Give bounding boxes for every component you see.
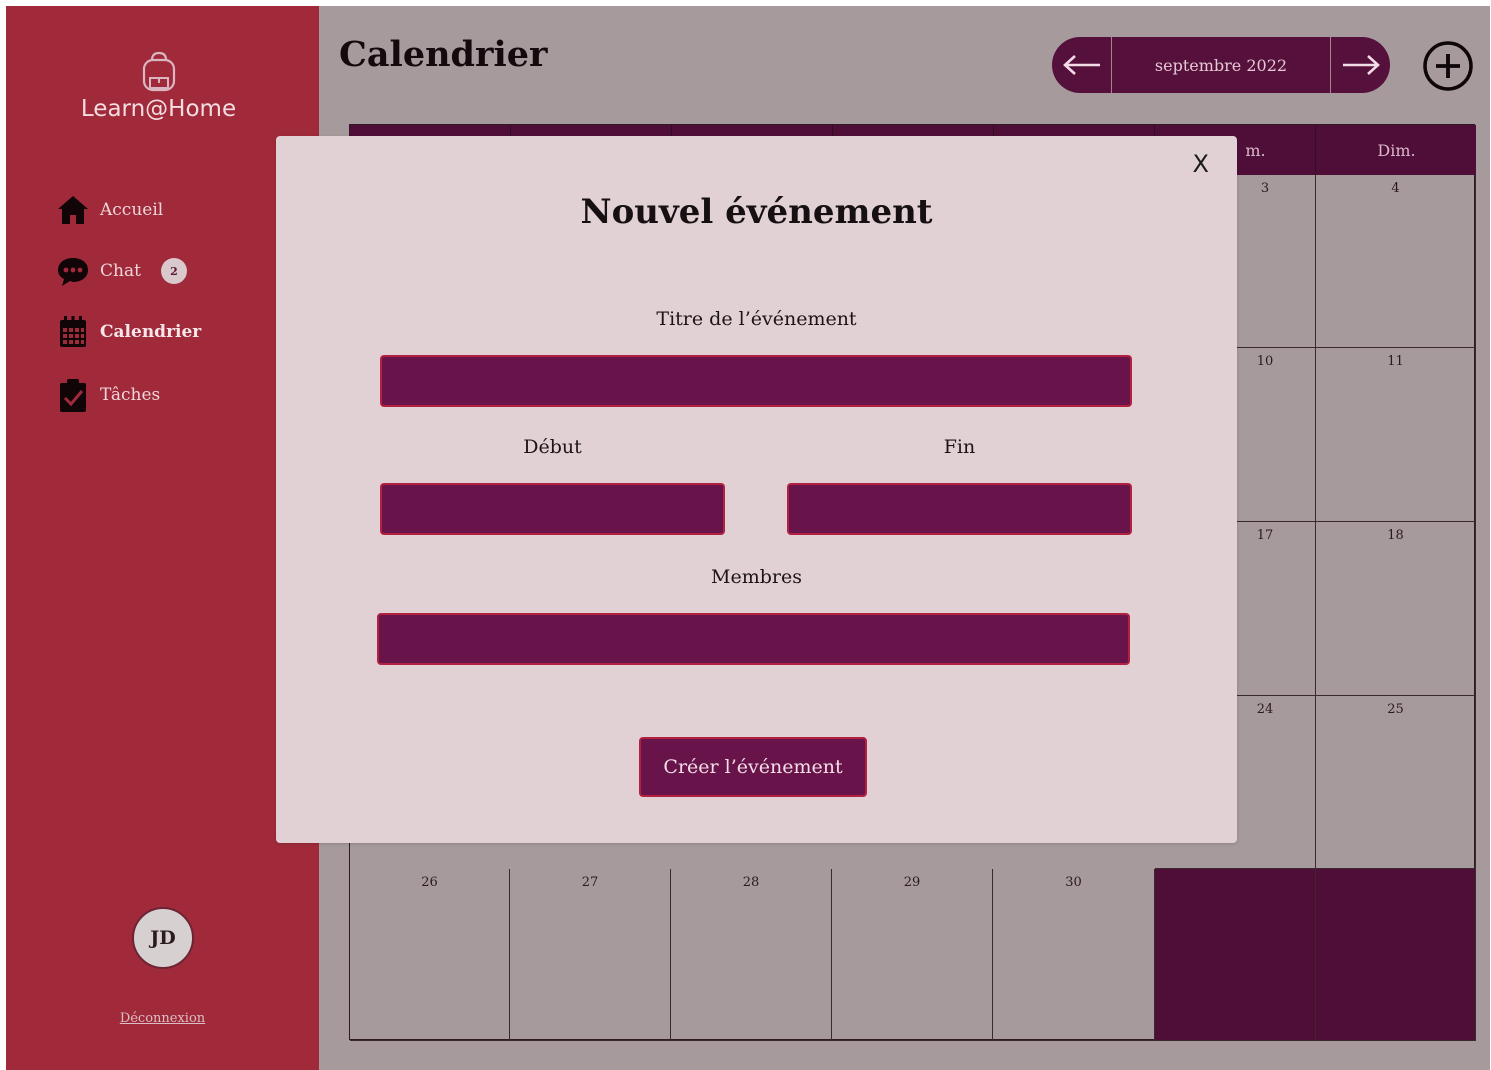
calendar-empty-cell — [1316, 869, 1476, 1041]
sidebar-item-chat[interactable]: Chat 2 — [56, 251, 187, 291]
user-avatar[interactable]: JD — [132, 907, 194, 969]
calendar-day-cell[interactable]: 30 — [993, 869, 1155, 1041]
calendar-empty-cell — [1155, 869, 1316, 1041]
event-title-input[interactable] — [380, 355, 1132, 407]
start-input[interactable] — [380, 483, 725, 535]
sidebar-item-taches[interactable]: Tâches — [56, 375, 160, 415]
backpack-icon — [142, 51, 176, 92]
prev-month-button[interactable] — [1052, 37, 1111, 93]
month-navigator: septembre 2022 — [1052, 37, 1390, 93]
start-label: Début — [523, 436, 582, 458]
arrow-right-icon — [1342, 55, 1380, 75]
calendar-day-cell[interactable]: 4 — [1316, 175, 1476, 348]
sidebar-item-calendrier[interactable]: Calendrier — [56, 312, 201, 352]
app-window: Learn@Home Accueil Chat 2 Calendrier Tâc… — [6, 6, 1490, 1070]
sidebar: Learn@Home Accueil Chat 2 Calendrier Tâc… — [6, 6, 319, 1070]
new-event-modal: X Nouvel événement Titre de l’événement … — [276, 136, 1237, 843]
end-input[interactable] — [787, 483, 1132, 535]
unread-badge: 2 — [160, 258, 187, 284]
modal-title: Nouvel événement — [580, 192, 933, 232]
day-header-sunday: Dim. — [1377, 140, 1416, 160]
end-label: Fin — [943, 436, 976, 458]
current-month-label: septembre 2022 — [1111, 37, 1331, 93]
calendar-day-cell[interactable]: 18 — [1316, 522, 1476, 696]
next-month-button[interactable] — [1331, 37, 1390, 93]
sidebar-item-accueil[interactable]: Accueil — [56, 190, 163, 230]
sidebar-item-label: Accueil — [100, 200, 164, 220]
calendar-day-cell[interactable]: 27 — [510, 869, 671, 1041]
members-label: Membres — [711, 566, 802, 588]
calendar-day-cell[interactable]: 29 — [832, 869, 993, 1041]
sidebar-item-label: Calendrier — [100, 322, 202, 342]
calendar-day-cell[interactable]: 11 — [1316, 348, 1476, 522]
add-event-button[interactable] — [1422, 40, 1474, 92]
logout-link[interactable]: Déconnexion — [6, 1011, 319, 1026]
close-modal-button[interactable]: X — [1193, 150, 1209, 178]
chat-bubble-icon — [56, 253, 90, 289]
calendar-day-cell[interactable]: 25 — [1316, 696, 1476, 869]
page-title: Calendrier — [339, 34, 548, 75]
clipboard-check-icon — [56, 377, 90, 413]
sidebar-item-label: Tâches — [100, 385, 161, 405]
calendar-day-cell[interactable]: 26 — [350, 869, 510, 1041]
app-logo-text: Learn@Home — [80, 96, 237, 122]
calendar-icon — [56, 314, 90, 350]
create-event-button[interactable]: Créer l’événement — [639, 737, 867, 797]
event-title-label: Titre de l’événement — [656, 308, 857, 330]
arrow-left-icon — [1062, 55, 1100, 75]
members-input[interactable] — [377, 613, 1130, 665]
home-icon — [56, 192, 90, 228]
calendar-day-cell[interactable]: 28 — [671, 869, 832, 1041]
sidebar-item-label: Chat — [100, 261, 141, 281]
